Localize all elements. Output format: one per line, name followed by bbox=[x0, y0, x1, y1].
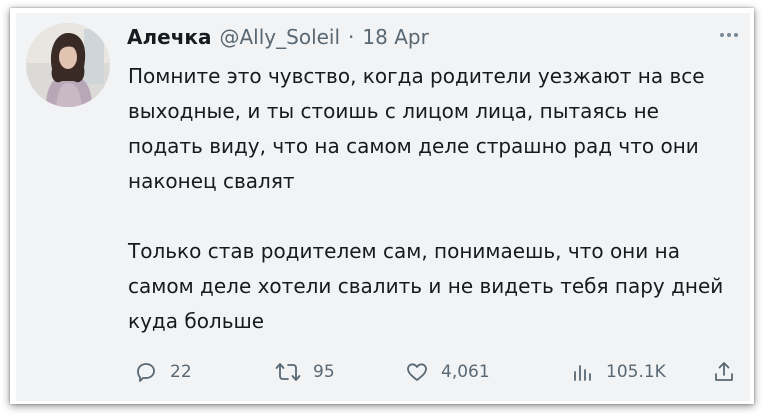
views-button[interactable]: 105.1K bbox=[570, 360, 666, 384]
retweet-button[interactable]: 95 bbox=[275, 360, 335, 384]
tweet-header: Алечка @Ally_Soleil · 18 Apr bbox=[127, 25, 429, 49]
reply-button[interactable]: 22 bbox=[134, 360, 192, 384]
retweet-count: 95 bbox=[313, 362, 335, 382]
share-button[interactable] bbox=[712, 360, 736, 384]
display-name[interactable]: Алечка bbox=[127, 25, 212, 49]
screenshot-frame: Алечка @Ally_Soleil · 18 Apr Помните это… bbox=[10, 8, 754, 404]
tweet-card[interactable]: Алечка @Ally_Soleil · 18 Apr Помните это… bbox=[16, 13, 750, 401]
tweet-text: Помните это чувство, когда родители уезж… bbox=[128, 59, 738, 339]
views-count: 105.1K bbox=[606, 362, 666, 382]
tweet-actions: 22 95 4,061 105.1K bbox=[128, 360, 738, 390]
like-button[interactable]: 4,061 bbox=[405, 360, 490, 384]
avatar-photo bbox=[26, 23, 110, 107]
reply-icon bbox=[137, 363, 155, 382]
retweet-icon bbox=[275, 363, 301, 381]
avatar[interactable] bbox=[26, 23, 110, 107]
separator-dot: · bbox=[348, 25, 355, 49]
more-icon[interactable] bbox=[720, 33, 738, 37]
tweet-paragraph-2: Только став родителем сам, понимаешь, чт… bbox=[128, 239, 724, 333]
share-icon bbox=[715, 362, 733, 381]
views-icon bbox=[574, 365, 591, 381]
like-count: 4,061 bbox=[441, 362, 490, 382]
tweet-paragraph-1: Помните это чувство, когда родители уезж… bbox=[128, 64, 705, 193]
reply-count: 22 bbox=[170, 362, 192, 382]
user-handle[interactable]: @Ally_Soleil bbox=[220, 25, 341, 49]
like-icon bbox=[407, 363, 427, 381]
tweet-date[interactable]: 18 Apr bbox=[362, 25, 428, 49]
